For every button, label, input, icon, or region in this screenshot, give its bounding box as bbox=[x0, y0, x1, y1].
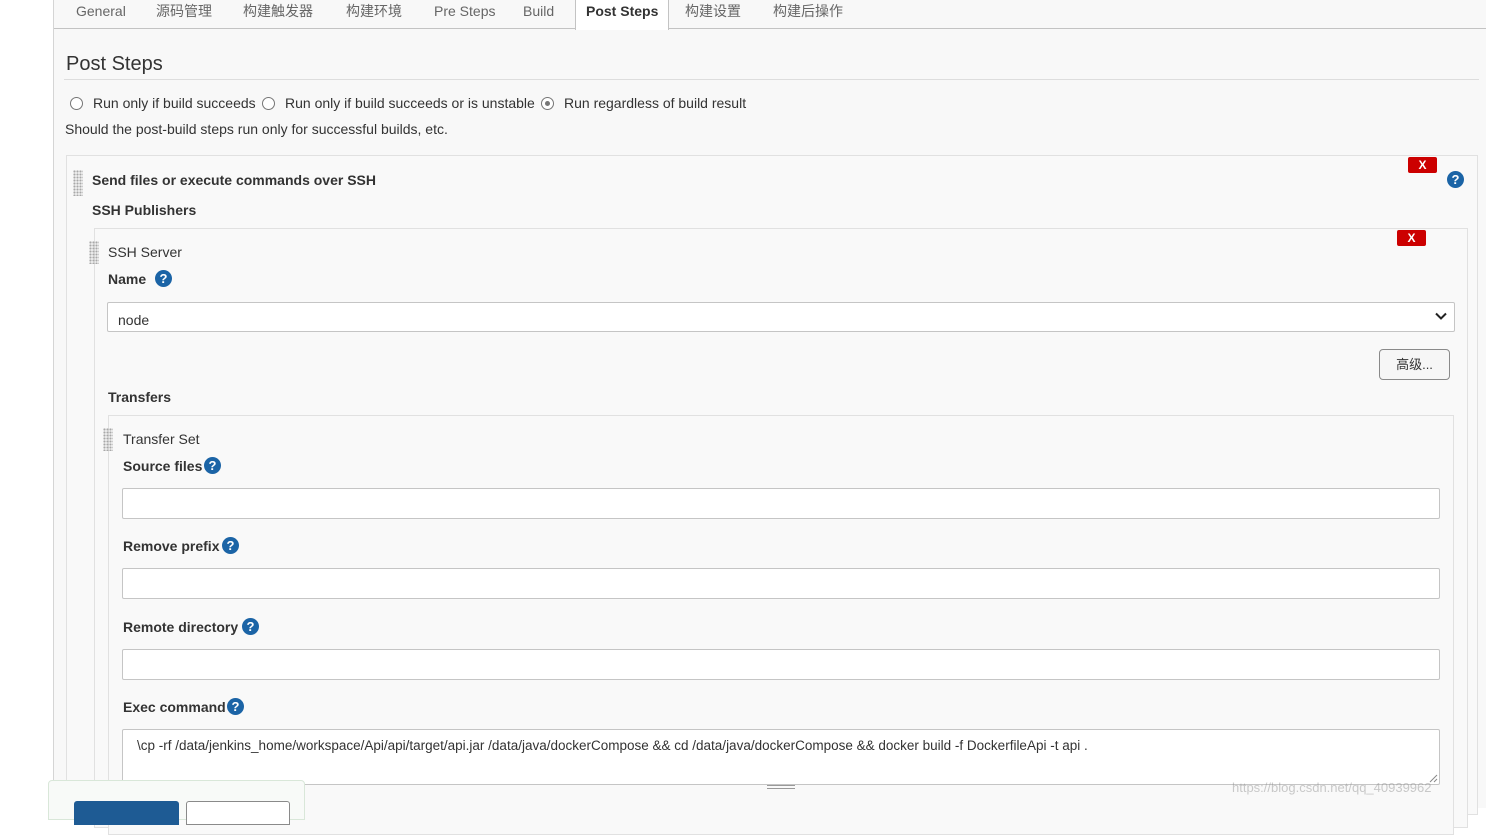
job-config-panel: General 源码管理 构建触发器 构建环境 Pre Steps Build … bbox=[53, 0, 1486, 835]
name-label: Name bbox=[108, 271, 147, 287]
server-name-value: node bbox=[118, 312, 150, 328]
section-title: Post Steps bbox=[66, 53, 163, 75]
watermark: https://blog.csdn.net/qq_40939962 bbox=[1232, 780, 1432, 795]
tab-post-build-actions[interactable]: 构建后操作 bbox=[773, 0, 843, 29]
tab-build-triggers[interactable]: 构建触发器 bbox=[243, 0, 313, 29]
source-files-label: Source files bbox=[123, 458, 203, 474]
delete-server-button[interactable]: X bbox=[1397, 230, 1426, 246]
ssh-publishers-label: SSH Publishers bbox=[92, 202, 197, 218]
save-button[interactable] bbox=[74, 801, 179, 825]
radio-label-run-if-succeeds[interactable]: Run only if build succeeds bbox=[93, 95, 256, 111]
ssh-server-title: SSH Server bbox=[108, 244, 182, 260]
radio-run-regardless[interactable] bbox=[541, 97, 554, 110]
tab-general[interactable]: General bbox=[76, 0, 126, 29]
tab-post-steps[interactable]: Post Steps bbox=[575, 0, 670, 30]
splitter-grip[interactable] bbox=[767, 785, 795, 789]
exec-command-textarea[interactable]: \cp -rf /data/jenkins_home/workspace/Api… bbox=[122, 729, 1440, 785]
tab-pre-steps[interactable]: Pre Steps bbox=[434, 0, 495, 29]
help-icon[interactable]: ? bbox=[1447, 171, 1464, 188]
tab-source-management[interactable]: 源码管理 bbox=[156, 0, 212, 29]
source-files-input[interactable] bbox=[122, 488, 1440, 519]
radio-label-run-regardless[interactable]: Run regardless of build result bbox=[564, 95, 746, 111]
help-icon[interactable]: ? bbox=[242, 618, 259, 635]
ssh-step-title: Send files or execute commands over SSH bbox=[92, 172, 376, 188]
radio-label-run-if-succeeds-or-unstable[interactable]: Run only if build succeeds or is unstabl… bbox=[285, 95, 535, 111]
transfers-label: Transfers bbox=[108, 389, 172, 405]
remote-directory-input[interactable] bbox=[122, 649, 1440, 680]
help-icon[interactable]: ? bbox=[155, 270, 172, 287]
remote-directory-label: Remote directory bbox=[123, 619, 239, 635]
radio-run-if-succeeds[interactable] bbox=[70, 97, 83, 110]
section-divider bbox=[64, 79, 1479, 80]
exec-command-label: Exec command bbox=[123, 699, 226, 715]
help-icon[interactable]: ? bbox=[227, 698, 244, 715]
help-icon[interactable]: ? bbox=[222, 537, 239, 554]
drag-handle[interactable] bbox=[89, 241, 99, 264]
advanced-button[interactable]: 高级... bbox=[1379, 349, 1450, 380]
tab-build-environment[interactable]: 构建环境 bbox=[346, 0, 402, 29]
config-tabbar: General 源码管理 构建触发器 构建环境 Pre Steps Build … bbox=[54, 0, 1486, 30]
remove-prefix-label: Remove prefix bbox=[123, 538, 220, 554]
server-name-select[interactable]: node bbox=[107, 302, 1455, 332]
drag-handle[interactable] bbox=[103, 428, 113, 451]
delete-step-button[interactable]: X bbox=[1408, 157, 1437, 173]
post-steps-description: Should the post-build steps run only for… bbox=[65, 121, 448, 137]
apply-button[interactable] bbox=[186, 801, 290, 825]
tab-build[interactable]: Build bbox=[523, 0, 554, 29]
chevron-down-icon bbox=[1435, 312, 1447, 320]
remove-prefix-input[interactable] bbox=[122, 568, 1440, 599]
ssh-step-box: Send files or execute commands over SSH … bbox=[66, 155, 1478, 835]
radio-run-if-succeeds-or-unstable[interactable] bbox=[262, 97, 275, 110]
bottom-button-bar bbox=[48, 780, 305, 825]
drag-handle[interactable] bbox=[73, 170, 83, 196]
exec-command-text: \cp -rf /data/jenkins_home/workspace/Api… bbox=[137, 738, 1088, 753]
transfer-set-title: Transfer Set bbox=[123, 431, 200, 447]
help-icon[interactable]: ? bbox=[204, 457, 221, 474]
tab-build-settings[interactable]: 构建设置 bbox=[685, 0, 741, 29]
